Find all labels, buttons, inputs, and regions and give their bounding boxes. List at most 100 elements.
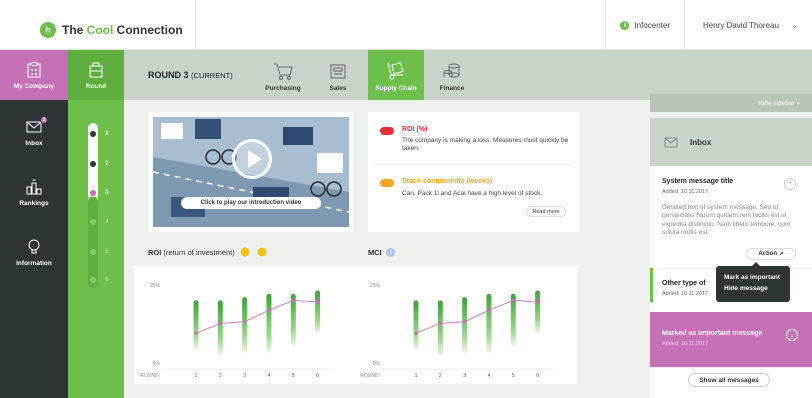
- data-point: [463, 320, 467, 324]
- round-number-3: 3: [105, 189, 109, 196]
- data-point: [487, 308, 491, 312]
- hide-message-option[interactable]: Hide message: [724, 283, 782, 294]
- user-menu[interactable]: Henry David Thoreau ⌄: [684, 0, 812, 50]
- round-dot-2[interactable]: [90, 161, 96, 167]
- round-number-4: 4: [105, 218, 109, 225]
- roi-chart-title: ROI (return of investment): [148, 248, 235, 257]
- message-date: Added: 10.11.2017: [662, 189, 709, 195]
- mark-important-option[interactable]: Mark as important: [724, 272, 782, 283]
- data-point: [218, 321, 222, 325]
- round-number-2: 2: [105, 160, 109, 167]
- inbox-badge: 3: [40, 116, 48, 124]
- lightbulb-icons[interactable]: [240, 247, 270, 257]
- data-point: [511, 298, 515, 302]
- message-date-2: Added: 10.11.2017: [662, 291, 709, 297]
- range-bar: [266, 293, 272, 353]
- intro-video[interactable]: Click to play our introduction video: [153, 117, 349, 227]
- round-title: ROUND 3 (CURRENT): [148, 70, 233, 80]
- data-point: [291, 298, 295, 302]
- roi-alert-title: ROI (%): [402, 126, 428, 133]
- range-bar: [315, 290, 321, 334]
- divider: [374, 164, 573, 165]
- data-point: [316, 300, 320, 304]
- left-sidebar: My Company 3 Inbox Rankings Information: [0, 50, 68, 398]
- video-caption[interactable]: Click to play our introduction video: [181, 197, 321, 209]
- message-accent: [650, 268, 653, 302]
- tab-finance[interactable]: Finance: [428, 50, 476, 100]
- tab-supply-chain-label: Supply Chain: [375, 85, 417, 92]
- series-line: [415, 299, 538, 334]
- data-point: [243, 320, 247, 324]
- nav-rankings-label: Rankings: [19, 200, 49, 207]
- round-header-bar: ROUND 3 (CURRENT) Purchasing Sales Suppl…: [124, 50, 812, 112]
- range-bar: [437, 300, 443, 357]
- y-tick-label: 0%: [153, 361, 161, 367]
- tab-purchasing[interactable]: Purchasing: [256, 50, 310, 100]
- show-all-messages-button[interactable]: Show all messages: [688, 373, 770, 387]
- top-bar: h The Cool Connection i Infocenter Henry…: [0, 0, 812, 50]
- logo-text: The Cool Connection: [62, 23, 183, 37]
- x-tick-label: 4: [268, 373, 271, 379]
- round-header[interactable]: Round: [68, 50, 124, 100]
- range-bar: [217, 300, 223, 357]
- data-point: [267, 308, 271, 312]
- roi-chart-card: 25% 0% ROUND: 1 2 3 4 5 6: [134, 266, 354, 384]
- app-logo[interactable]: h The Cool Connection: [40, 22, 183, 38]
- x-axis-label: ROUND:: [360, 373, 380, 379]
- data-point: [194, 331, 198, 335]
- read-more-button[interactable]: Read more: [526, 206, 566, 217]
- message-title[interactable]: System message title: [662, 178, 733, 185]
- roi-alert-body: The company is making a loss. Measures m…: [402, 137, 569, 153]
- range-bar: [462, 297, 468, 353]
- important-message[interactable]: Marked as important message Added: 10.11…: [650, 312, 812, 367]
- play-icon[interactable]: [232, 139, 272, 179]
- action-button[interactable]: Action ↗: [746, 248, 796, 260]
- roi-chart: 25% 0% ROUND: 1 2 3 4 5 6: [140, 283, 334, 379]
- inbox-header: Inbox: [650, 118, 812, 166]
- chevron-down-icon[interactable]: ⌄: [786, 329, 798, 341]
- round-dot-6: [90, 277, 96, 283]
- x-tick-label: 2: [219, 373, 222, 379]
- nav-rankings[interactable]: Rankings: [0, 178, 68, 207]
- series-line: [195, 299, 318, 334]
- hide-sidebar-button[interactable]: Hide sidebar »: [650, 94, 812, 112]
- negative-status-icon: [380, 127, 394, 135]
- coins-icon: [443, 63, 460, 78]
- tab-supply-chain[interactable]: Supply Chain: [368, 50, 424, 100]
- alerts-card: ROI (%) The company is making a loss. Me…: [368, 112, 579, 232]
- x-tick-label: 5: [512, 373, 515, 379]
- range-bar: [193, 300, 199, 350]
- warning-status-icon: [380, 179, 394, 187]
- nav-information[interactable]: Information: [0, 238, 68, 267]
- range-bar: [413, 300, 419, 350]
- range-bar: [242, 297, 248, 353]
- hand-truck-icon: [387, 62, 404, 80]
- nav-my-company-label: My Company: [13, 82, 55, 90]
- round-label: Round: [85, 83, 107, 90]
- round-dot-5: [90, 249, 96, 255]
- round-dot-1[interactable]: [90, 131, 96, 137]
- action-menu: Mark as important Hide message: [716, 262, 790, 302]
- tab-sales[interactable]: Sales: [316, 50, 360, 100]
- x-tick-label: 3: [463, 373, 466, 379]
- divider: [195, 0, 196, 50]
- data-point: [536, 300, 540, 304]
- rankings-icon: [26, 179, 42, 195]
- round-dot-3-current[interactable]: [89, 189, 97, 197]
- nav-my-company[interactable]: My Company: [0, 50, 68, 100]
- mci-chart-title: MCI: [368, 248, 382, 257]
- message-title-2[interactable]: Other type of: [662, 280, 706, 287]
- round-number-6: 6: [105, 276, 109, 283]
- info-icon[interactable]: i: [386, 248, 395, 257]
- x-axis-label: ROUND:: [140, 373, 160, 379]
- nav-inbox[interactable]: 3 Inbox: [0, 116, 68, 147]
- mci-chart-card: 25% 0% ROUND: 1 2 3 4 5 6: [354, 266, 578, 384]
- range-bar: [535, 290, 541, 334]
- x-tick-label: 6: [316, 373, 319, 379]
- envelope-icon: [664, 137, 678, 148]
- tab-sales-label: Sales: [329, 85, 347, 92]
- infocenter-button[interactable]: i Infocenter: [605, 0, 684, 50]
- x-tick-label: 3: [243, 373, 246, 379]
- chevron-up-icon[interactable]: ⌃: [784, 178, 796, 190]
- logo-mark: h: [40, 22, 56, 38]
